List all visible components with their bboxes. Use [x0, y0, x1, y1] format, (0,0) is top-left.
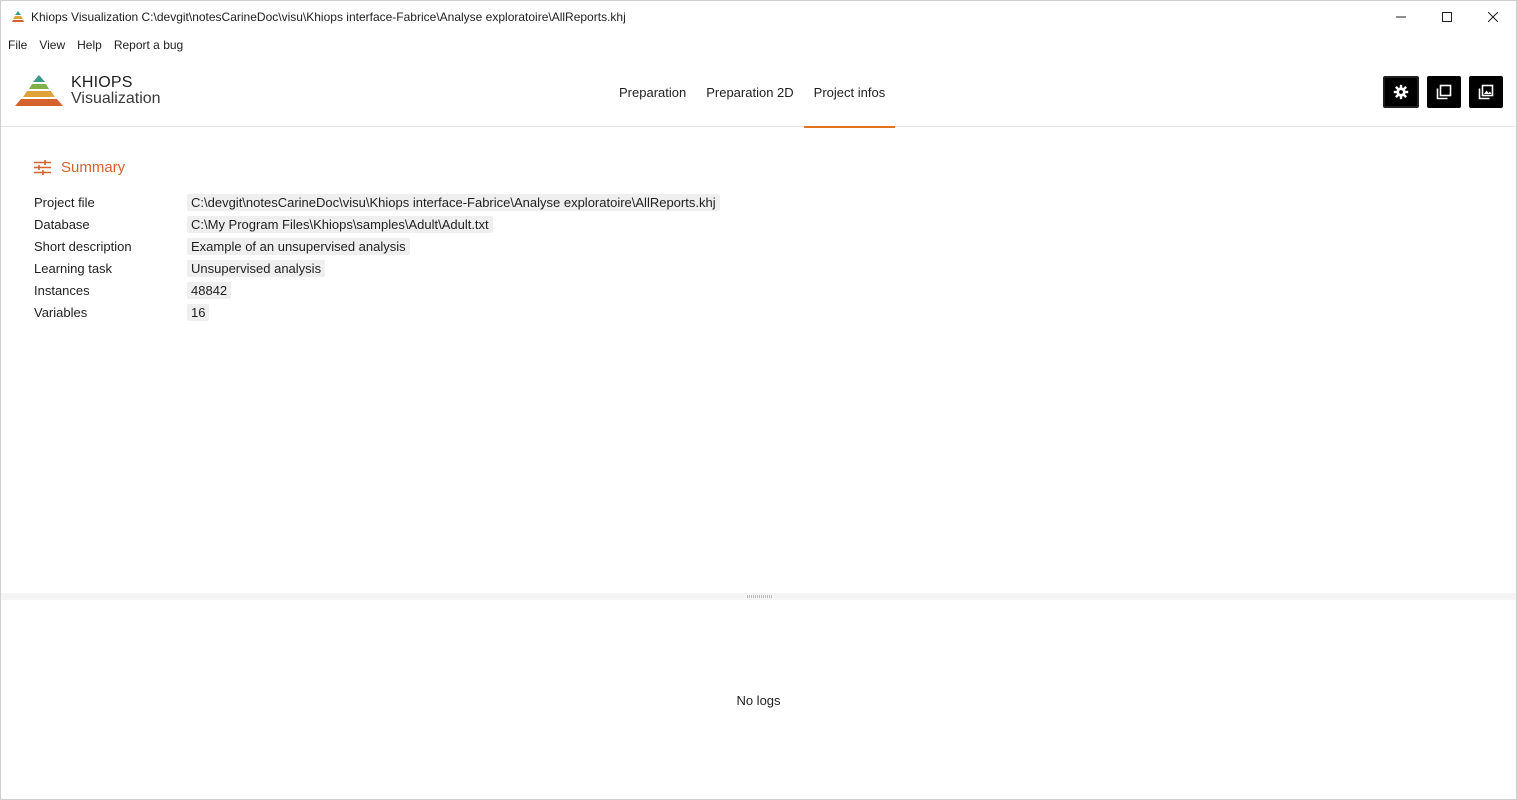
menu-report-bug[interactable]: Report a bug: [114, 38, 183, 52]
summary-header: Summary: [34, 159, 720, 176]
summary-title: Summary: [61, 159, 126, 176]
app-logo: KHIOPS Visualization: [15, 75, 161, 107]
summary-row-learning-task: Learning task Unsupervised analysis: [34, 257, 720, 279]
summary-row-short-description: Short description Example of an unsuperv…: [34, 235, 720, 257]
row-value: C:\devgit\notesCarineDoc\visu\Khiops int…: [187, 193, 720, 211]
row-label: Database: [34, 216, 90, 232]
khiops-logo-icon: [12, 10, 24, 22]
logo-text: KHIOPS Visualization: [71, 75, 161, 107]
main-tabs: Preparation Preparation 2D Project infos: [609, 57, 896, 128]
row-value: Example of an unsupervised analysis: [187, 237, 410, 255]
row-label: Learning task: [34, 260, 113, 276]
minimize-button[interactable]: [1378, 1, 1424, 32]
splitter-grip-icon[interactable]: [747, 595, 773, 598]
app-window: Khiops Visualization C:\devgit\notesCari…: [0, 0, 1517, 800]
minimize-icon: [1396, 16, 1406, 17]
tab-preparation-2d[interactable]: Preparation 2D: [696, 57, 803, 127]
row-label: Short description: [34, 238, 132, 254]
row-label: Instances: [34, 282, 90, 298]
summary-row-instances: Instances 48842: [34, 279, 720, 301]
row-value: Unsupervised analysis: [187, 259, 326, 277]
settings-icon: [1393, 84, 1409, 100]
menu-bar: File View Help Report a bug: [1, 32, 195, 57]
summary-row-variables: Variables 16: [34, 301, 720, 323]
window-title: Khiops Visualization C:\devgit\notesCari…: [31, 9, 626, 24]
header-actions: [1383, 76, 1503, 108]
close-button[interactable]: [1470, 1, 1516, 32]
tab-project-infos[interactable]: Project infos: [803, 57, 896, 128]
logo-title: KHIOPS: [71, 74, 133, 91]
summary-panel: Summary Project file C:\devgit\notesCari…: [34, 159, 720, 323]
maximize-button[interactable]: [1424, 1, 1470, 32]
row-value: C:\My Program Files\Khiops\samples\Adult…: [187, 215, 493, 233]
logs-panel: No logs: [1, 600, 1516, 800]
summary-row-database: Database C:\My Program Files\Khiops\samp…: [34, 213, 720, 235]
close-icon: [1488, 11, 1498, 22]
row-value: 16: [187, 303, 210, 321]
settings-button[interactable]: [1383, 76, 1419, 108]
menu-help[interactable]: Help: [77, 38, 102, 52]
row-label: Variables: [34, 304, 88, 320]
menu-view[interactable]: View: [39, 38, 65, 52]
tune-icon: [34, 160, 51, 175]
logs-empty-text: No logs: [736, 692, 781, 708]
logo-subtitle: Visualization: [71, 90, 161, 107]
title-bar: Khiops Visualization C:\devgit\notesCari…: [1, 1, 1516, 32]
window-controls: [1378, 1, 1516, 32]
summary-row-project-file: Project file C:\devgit\notesCarineDoc\vi…: [34, 191, 720, 213]
maximize-icon: [1442, 11, 1452, 22]
tab-preparation[interactable]: Preparation: [609, 57, 696, 127]
image-icon: [1478, 84, 1494, 100]
row-label: Project file: [34, 194, 95, 210]
menu-file[interactable]: File: [8, 38, 27, 52]
copy-image-button[interactable]: [1469, 76, 1503, 108]
app-header: KHIOPS Visualization Preparation Prepara…: [1, 57, 1516, 128]
copy-icon: [1436, 84, 1452, 100]
khiops-logo-icon: [15, 75, 63, 106]
copy-datas-button[interactable]: [1427, 76, 1461, 108]
row-value: 48842: [187, 281, 232, 299]
summary-rows: Project file C:\devgit\notesCarineDoc\vi…: [34, 191, 720, 323]
panel-splitter[interactable]: [1, 593, 1516, 600]
